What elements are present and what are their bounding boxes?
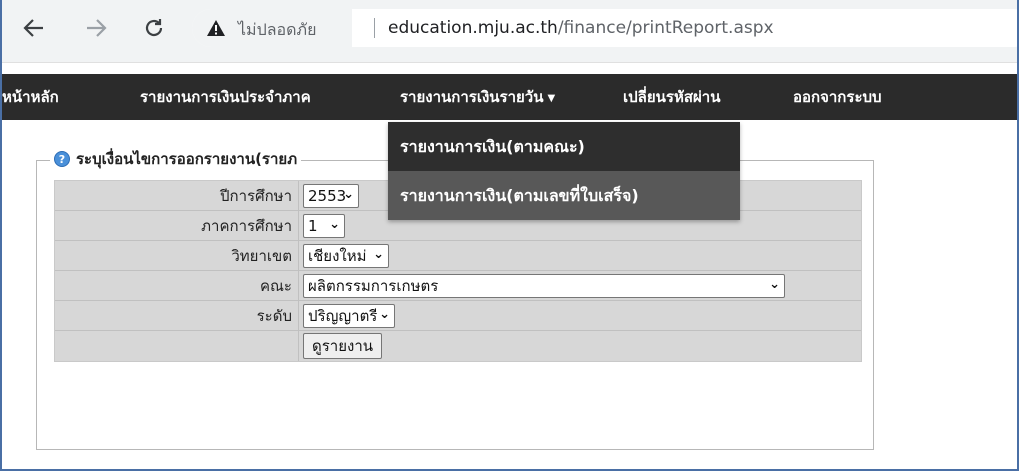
url-text[interactable]: education.mju.ac.th/finance/printReport.… — [388, 18, 774, 38]
faculty-select[interactable]: ผลิตกรรมการเกษตร ⌄ — [303, 273, 785, 298]
browser-toolbar: ไม่ปลอดภัย education.mju.ac.th/finance/p… — [2, 0, 1017, 63]
empty-label-cell — [55, 331, 299, 361]
chevron-down-icon: ⌄ — [329, 216, 340, 232]
faculty-value: ผลิตกรรมการเกษตร — [308, 276, 439, 295]
view-report-button[interactable]: ดูรายงาน — [303, 333, 383, 359]
level-cell: ปริญญาตรี ⌄ — [299, 301, 861, 330]
warning-icon — [206, 19, 226, 41]
forward-icon[interactable] — [82, 14, 110, 42]
site-menubar: หน้าหลัก รายงานการเงินประจำภาค รายงานการ… — [2, 74, 1017, 120]
chevron-down-icon: ⌄ — [769, 276, 780, 292]
dropdown-item-by-faculty[interactable]: รายงานการเงิน(ตามคณะ) — [388, 122, 740, 171]
academic-year-label: ปีการศึกษา — [55, 181, 299, 210]
campus-cell: เชียงใหม่ ⌄ — [299, 241, 861, 270]
campus-value: เชียงใหม่ — [308, 246, 367, 265]
url-host: education.mju.ac.th — [388, 18, 558, 38]
semester-select[interactable]: 1 ⌄ — [303, 213, 345, 238]
address-bar[interactable]: ไม่ปลอดภัย education.mju.ac.th/finance/p… — [192, 9, 1017, 47]
back-icon[interactable] — [20, 14, 48, 42]
dropdown-item-by-receipt[interactable]: รายงานการเงิน(ตามเลขที่ใบเสร็จ) — [388, 171, 740, 220]
menu-item-change-password[interactable]: เปลี่ยนรหัสผ่าน — [623, 74, 720, 120]
level-label: ระดับ — [55, 301, 299, 330]
academic-year-select[interactable]: 2553 ⌄ — [303, 183, 359, 208]
legend-text: ระบุเงื่อนไขการออกรายงาน(รายภ — [76, 150, 298, 168]
menu-item-home[interactable]: หน้าหลัก — [2, 74, 59, 120]
fieldset-legend: ? ระบุเงื่อนไขการออกรายงาน(รายภ — [50, 148, 302, 170]
chevron-down-icon: ⌄ — [373, 246, 384, 262]
table-row: วิทยาเขต เชียงใหม่ ⌄ — [55, 241, 861, 271]
faculty-label: คณะ — [55, 271, 299, 300]
daily-report-dropdown: รายงานการเงิน(ตามคณะ) รายงานการเงิน(ตามเ… — [388, 122, 740, 220]
help-icon: ? — [54, 151, 70, 167]
academic-year-value: 2553 — [308, 186, 347, 205]
url-path: /finance/printReport.aspx — [557, 18, 774, 38]
security-label: ไม่ปลอดภัย — [238, 20, 317, 39]
browser-window: ไม่ปลอดภัย education.mju.ac.th/finance/p… — [0, 0, 1019, 471]
faculty-cell: ผลิตกรรมการเกษตร ⌄ — [299, 271, 861, 300]
menu-item-daily-report-label: รายงานการเงินรายวัน — [400, 88, 544, 106]
campus-label: วิทยาเขต — [55, 241, 299, 270]
chevron-down-icon: ⌄ — [379, 306, 390, 322]
caret-down-icon: ▼ — [547, 93, 556, 104]
level-select[interactable]: ปริญญาตรี ⌄ — [303, 303, 395, 328]
level-value: ปริญญาตรี — [308, 306, 378, 325]
semester-value: 1 — [308, 216, 318, 235]
chevron-down-icon: ⌄ — [343, 186, 354, 202]
omnibox-divider — [374, 18, 375, 38]
reload-icon[interactable] — [140, 14, 168, 42]
table-row: ดูรายงาน — [55, 331, 861, 361]
table-row: ระดับ ปริญญาตรี ⌄ — [55, 301, 861, 331]
table-row: คณะ ผลิตกรรมการเกษตร ⌄ — [55, 271, 861, 301]
menu-item-term-report[interactable]: รายงานการเงินประจำภาค — [140, 74, 311, 120]
submit-cell: ดูรายงาน — [299, 331, 861, 361]
menu-item-daily-report[interactable]: รายงานการเงินรายวัน ▼ — [400, 74, 556, 120]
campus-select[interactable]: เชียงใหม่ ⌄ — [303, 243, 389, 268]
semester-label: ภาคการศึกษา — [55, 211, 299, 240]
menu-item-logout[interactable]: ออกจากระบบ — [793, 74, 882, 120]
